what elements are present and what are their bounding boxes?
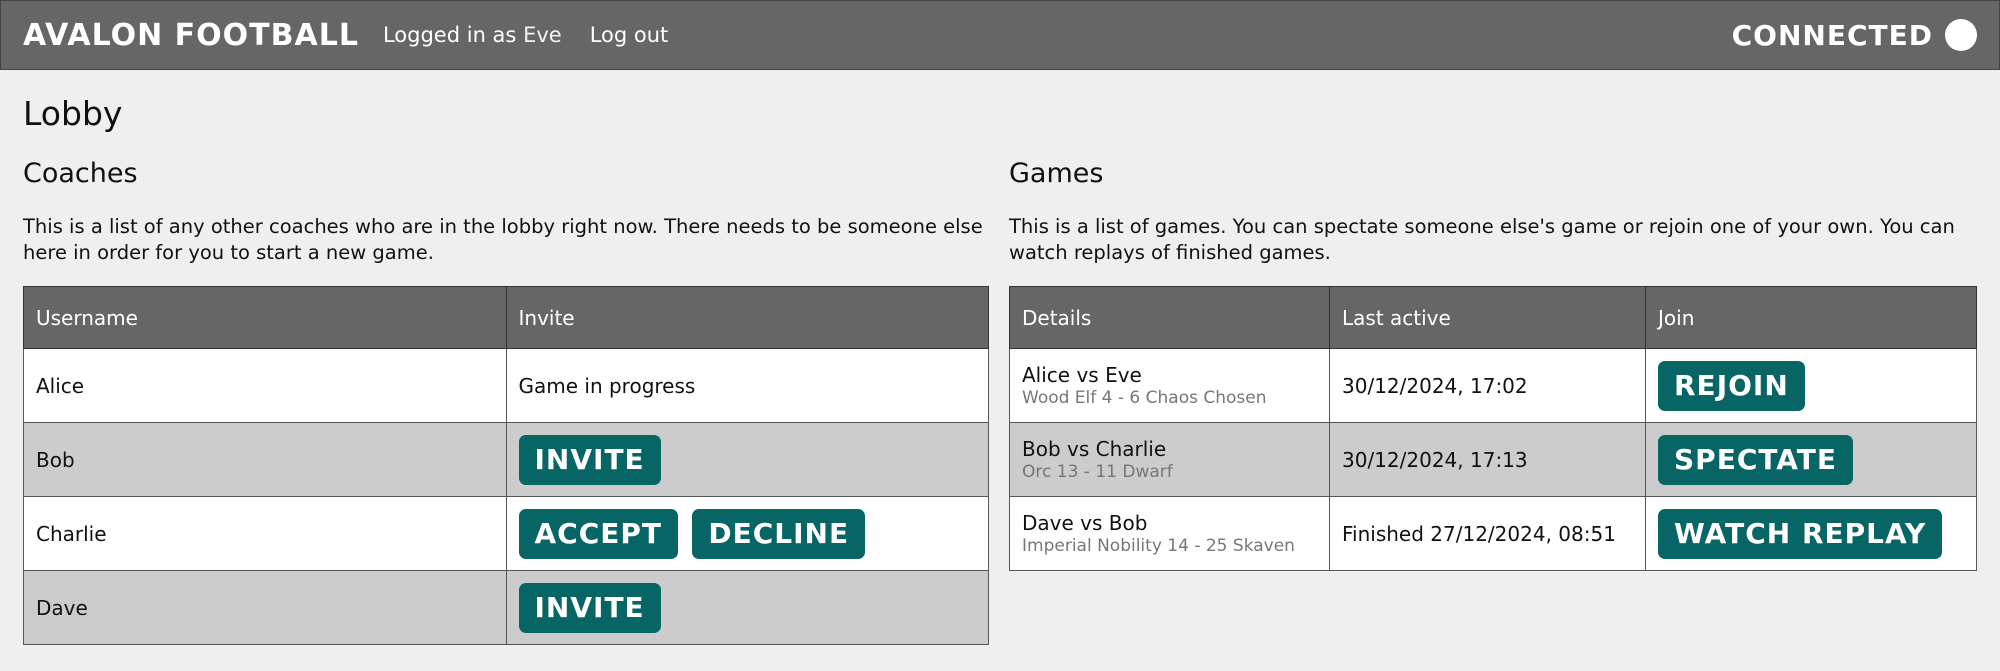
- game-score: Orc 13 - 11 Dwarf: [1022, 461, 1173, 482]
- invite-button[interactable]: INVITE: [518, 434, 661, 485]
- table-row: Bob vs Charlie Orc 13 - 11 Dwarf 30/12/2…: [1009, 422, 1977, 497]
- brand-logo[interactable]: AVALON FOOTBALL: [23, 18, 359, 53]
- logout-link[interactable]: Log out: [590, 23, 669, 47]
- game-last-active: 30/12/2024, 17:13: [1329, 422, 1646, 497]
- logged-in-text: Logged in as Eve: [383, 23, 562, 47]
- column-header-last-active: Last active: [1329, 286, 1646, 349]
- game-score: Imperial Nobility 14 - 25 Skaven: [1022, 535, 1295, 556]
- coach-username: Alice: [23, 348, 507, 423]
- coach-username: Charlie: [23, 496, 507, 571]
- game-last-active: 30/12/2024, 17:02: [1329, 348, 1646, 423]
- connection-status: CONNECTED: [1731, 18, 1933, 52]
- coach-username: Dave: [23, 570, 507, 645]
- coaches-title: Coaches: [23, 158, 138, 189]
- coaches-description: This is a list of any other coaches who …: [23, 215, 983, 264]
- table-row: Charlie ACCEPT DECLINE: [23, 496, 989, 571]
- coaches-section: Coaches This is a list of any other coac…: [23, 154, 989, 645]
- coach-username: Bob: [23, 422, 507, 497]
- game-title: Alice vs Eve: [1022, 362, 1142, 387]
- coaches-table: Username Invite Alice Game in progress B…: [23, 286, 989, 645]
- logged-in-prefix: Logged in as: [382, 23, 517, 47]
- game-last-active: Finished 27/12/2024, 08:51: [1329, 496, 1646, 571]
- games-description: This is a list of games. You can spectat…: [1009, 215, 1955, 264]
- games-title: Games: [1009, 158, 1104, 189]
- table-row: Dave vs Bob Imperial Nobility 14 - 25 Sk…: [1009, 496, 1977, 571]
- game-title: Dave vs Bob: [1022, 510, 1148, 535]
- games-table: Details Last active Join Alice vs Eve Wo…: [1009, 286, 1977, 571]
- game-title: Bob vs Charlie: [1022, 436, 1167, 461]
- current-username: Eve: [523, 23, 562, 47]
- games-section: Games This is a list of games. You can s…: [1009, 154, 1977, 645]
- decline-button[interactable]: DECLINE: [692, 508, 866, 559]
- table-row: Dave INVITE: [23, 570, 989, 645]
- column-header-details: Details: [1009, 286, 1330, 349]
- page-title: Lobby: [23, 94, 123, 133]
- game-score: Wood Elf 4 - 6 Chaos Chosen: [1022, 387, 1267, 408]
- column-header-join: Join: [1645, 286, 1977, 349]
- watch-replay-button[interactable]: WATCH REPLAY: [1658, 508, 1943, 559]
- spectate-button[interactable]: SPECTATE: [1658, 434, 1854, 485]
- connection-indicator-icon: [1945, 19, 1977, 51]
- column-header-username: Username: [23, 286, 507, 349]
- top-bar: AVALON FOOTBALL Logged in as Eve Log out…: [0, 0, 2000, 70]
- rejoin-button[interactable]: REJOIN: [1658, 360, 1805, 411]
- accept-button[interactable]: ACCEPT: [518, 508, 679, 559]
- table-row: Bob INVITE: [23, 422, 989, 497]
- invite-button[interactable]: INVITE: [518, 582, 661, 633]
- column-header-invite: Invite: [505, 286, 989, 349]
- main-content: Lobby Coaches This is a list of any othe…: [0, 70, 2000, 667]
- table-row: Alice vs Eve Wood Elf 4 - 6 Chaos Chosen…: [1009, 348, 1977, 423]
- table-row: Alice Game in progress: [23, 348, 989, 423]
- coach-status-text: Game in progress: [505, 348, 989, 423]
